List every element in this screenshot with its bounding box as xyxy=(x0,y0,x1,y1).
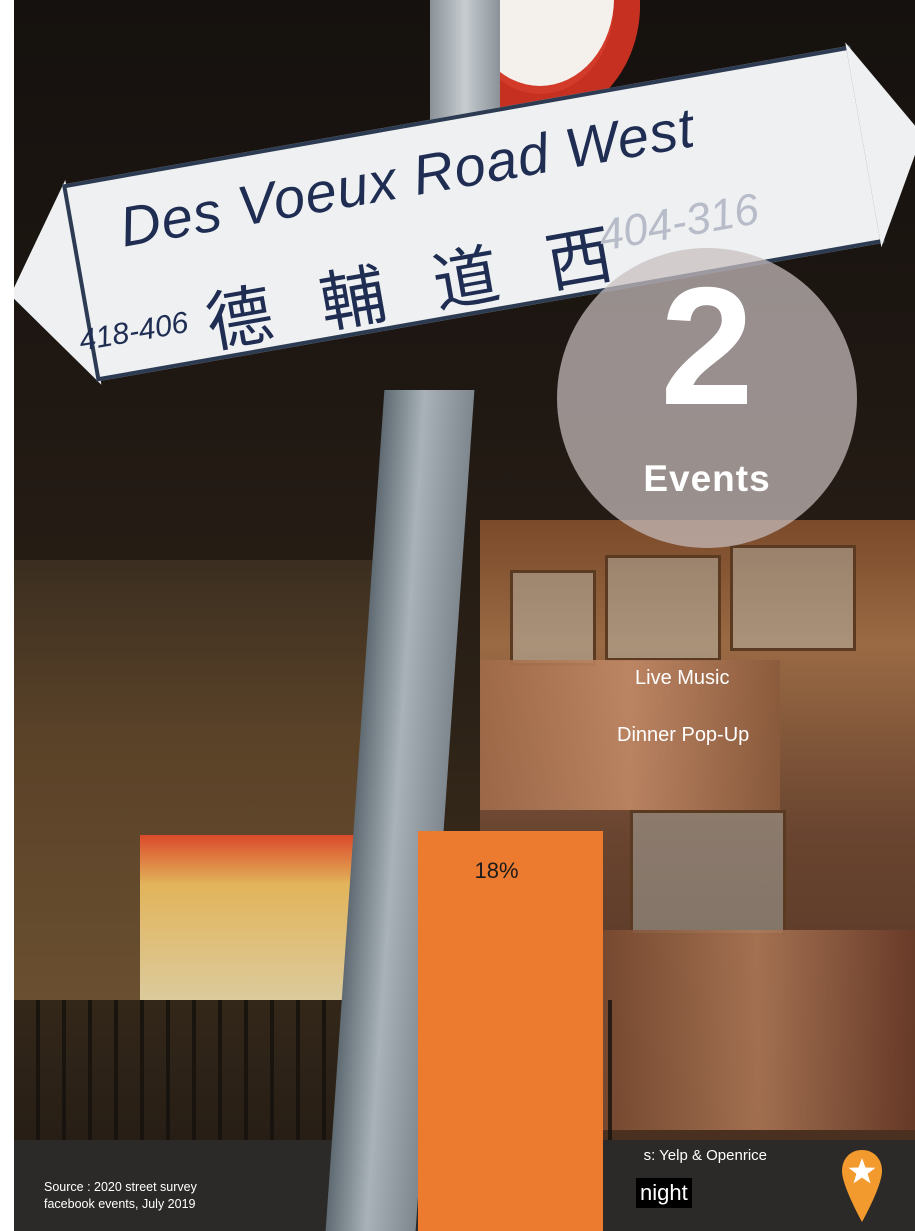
event-count: 2 xyxy=(660,252,754,440)
source-line-1: Source : 2020 street survey xyxy=(44,1180,197,1194)
category-live-music: Live Music xyxy=(635,667,730,689)
shop-front xyxy=(140,835,360,1000)
chart-data-label: 18% xyxy=(474,858,519,883)
night-tag: night xyxy=(636,1178,692,1208)
category-dinner-popup: Dinner Pop-Up xyxy=(617,724,750,746)
tram-window xyxy=(605,555,721,661)
tram-eye-advert-lower xyxy=(600,930,915,1130)
street-number-left: 418-406 xyxy=(76,306,191,358)
tram-window xyxy=(630,810,786,936)
tram-window xyxy=(510,570,596,666)
source-note-right: s: Yelp & Openrice xyxy=(643,1147,767,1164)
source-note-left: Source : 2020 street survey facebook eve… xyxy=(44,1179,197,1213)
tram-window xyxy=(730,545,856,651)
chart-bar xyxy=(418,831,603,1231)
map-pin-star-icon xyxy=(842,1150,882,1222)
source-line-2: facebook events, July 2019 xyxy=(44,1197,196,1211)
event-count-label: Events xyxy=(643,458,771,499)
left-margin-strip xyxy=(0,0,14,1231)
